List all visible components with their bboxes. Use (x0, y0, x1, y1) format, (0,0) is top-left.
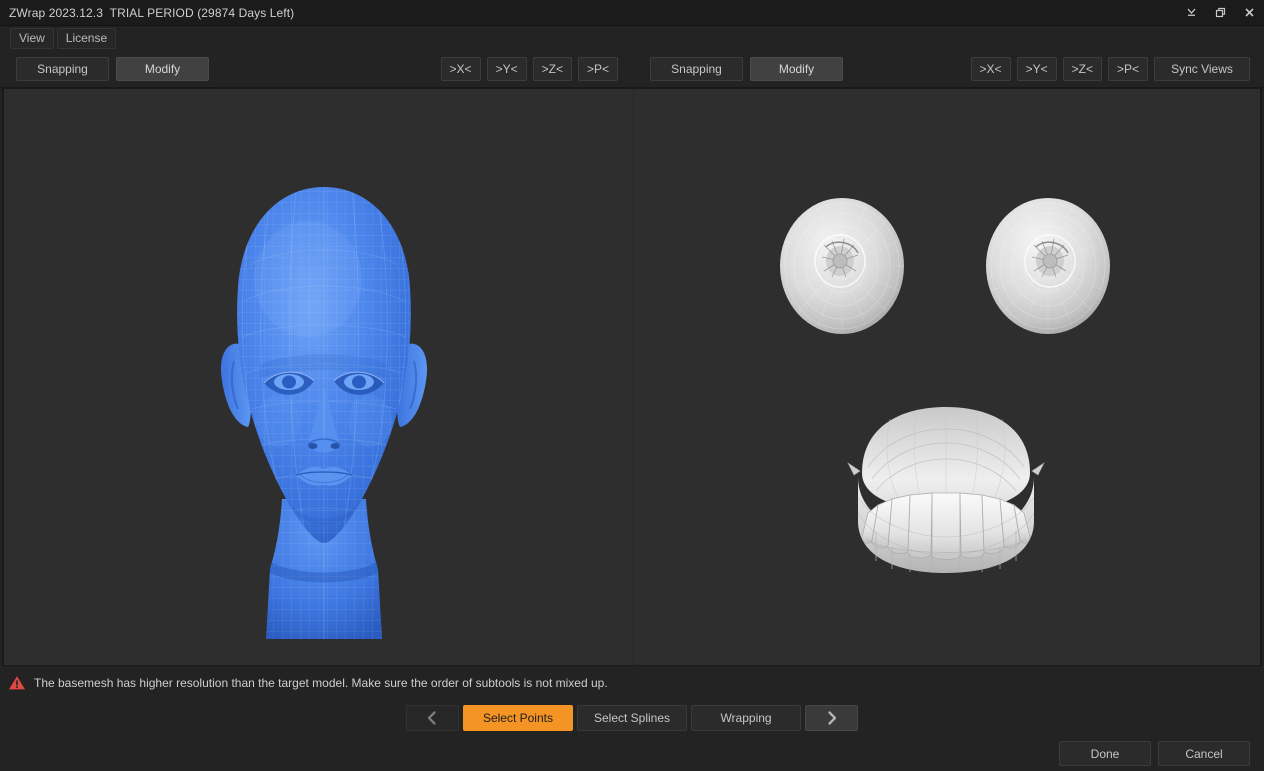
menu-item-license[interactable]: License (56, 27, 117, 49)
left-axis-y-button[interactable]: >Y< (486, 56, 527, 81)
footer-bar: Done Cancel (0, 736, 1264, 771)
chevron-left-icon (428, 711, 437, 725)
toolbar-left-axis-group: >X< >Y< >Z< >P< (440, 56, 618, 81)
step-bar: Select Points Select Splines Wrapping (0, 700, 1264, 736)
toolbar-right-modes: Snapping Modify (650, 56, 843, 81)
viewport-target[interactable] (634, 89, 1260, 665)
eyeball-right-model[interactable] (978, 193, 1118, 343)
left-modify-button[interactable]: Modify (116, 56, 209, 81)
toolbar-right: Snapping Modify >X< >Y< >Z< >P< Sync Vie… (632, 50, 1264, 87)
chevron-right-icon (827, 711, 836, 725)
head-basemesh-model[interactable] (174, 169, 474, 665)
warning-icon (8, 674, 26, 692)
done-button[interactable]: Done (1059, 741, 1151, 766)
zwrap-window: ZWrap 2023.12.3 TRIAL PERIOD (29874 Days… (0, 0, 1264, 771)
step-select-splines-button[interactable]: Select Splines (576, 705, 688, 731)
cancel-button[interactable]: Cancel (1158, 741, 1250, 766)
left-axis-x-button[interactable]: >X< (440, 56, 481, 81)
toolbar: Snapping Modify >X< >Y< >Z< >P< Snapping… (0, 50, 1264, 88)
title-bar: ZWrap 2023.12.3 TRIAL PERIOD (29874 Days… (0, 0, 1264, 26)
step-button-group: Select Points Select Splines Wrapping (405, 705, 859, 731)
teeth-gums-model[interactable] (846, 401, 1046, 581)
restore-icon[interactable] (1206, 0, 1235, 26)
right-modify-button[interactable]: Modify (750, 56, 843, 81)
minimize-icon[interactable] (1177, 0, 1206, 26)
menu-item-view[interactable]: View (10, 27, 54, 49)
right-axis-p-button[interactable]: >P< (1107, 56, 1148, 81)
toolbar-left-modes: Snapping Modify (16, 56, 209, 81)
next-step-button[interactable] (805, 705, 859, 731)
step-wrapping-button[interactable]: Wrapping (691, 705, 802, 731)
step-select-points-button[interactable]: Select Points (462, 705, 573, 731)
sync-views-button[interactable]: Sync Views (1154, 56, 1250, 81)
right-axis-z-button[interactable]: >Z< (1062, 56, 1102, 81)
window-controls (1177, 0, 1264, 26)
previous-step-button[interactable] (405, 705, 459, 731)
right-snapping-button[interactable]: Snapping (650, 56, 743, 81)
eyeball-left-model[interactable] (772, 193, 912, 343)
warning-message: The basemesh has higher resolution than … (34, 676, 608, 690)
window-title: ZWrap 2023.12.3 TRIAL PERIOD (29874 Days… (9, 5, 295, 20)
left-axis-p-button[interactable]: >P< (577, 56, 618, 81)
right-axis-y-button[interactable]: >Y< (1016, 56, 1057, 81)
left-snapping-button[interactable]: Snapping (16, 56, 109, 81)
close-icon[interactable] (1235, 0, 1264, 26)
viewport-basemesh[interactable] (4, 89, 634, 665)
left-axis-z-button[interactable]: >Z< (532, 56, 572, 81)
toolbar-left: Snapping Modify >X< >Y< >Z< >P< (0, 50, 632, 87)
viewport-area (2, 88, 1262, 666)
status-bar: The basemesh has higher resolution than … (0, 666, 1264, 700)
menu-bar: View License (0, 26, 1264, 50)
toolbar-right-axis-group: >X< >Y< >Z< >P< Sync Views (970, 56, 1250, 81)
right-axis-x-button[interactable]: >X< (970, 56, 1011, 81)
